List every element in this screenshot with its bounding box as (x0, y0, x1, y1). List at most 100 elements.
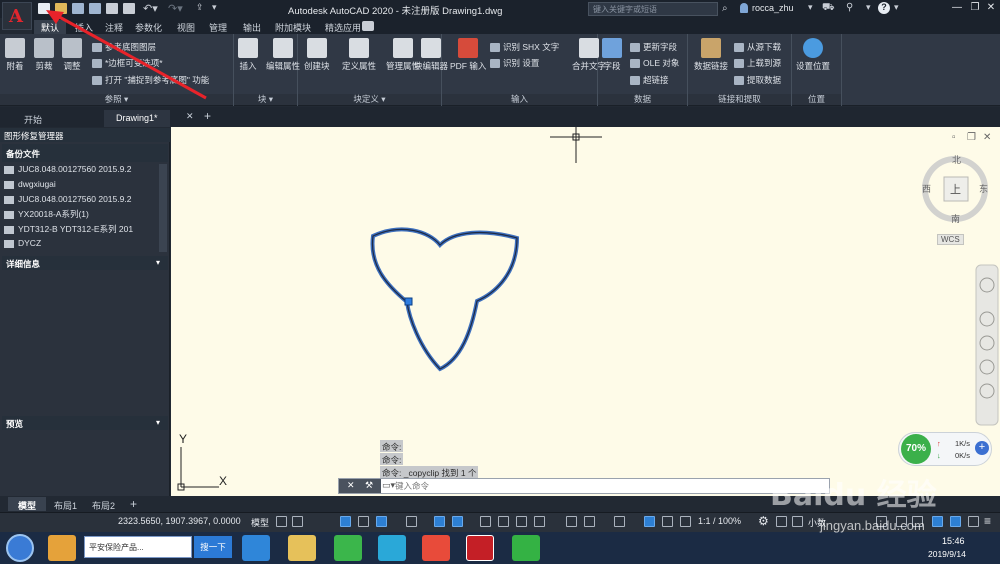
download-from-source-button[interactable]: 从源下载 (734, 41, 781, 53)
object-snap-icon[interactable] (452, 516, 463, 527)
close-tab-icon[interactable]: ✕ (186, 111, 194, 122)
search-input[interactable]: 键入关键字或短语 (588, 2, 718, 16)
coordinate-readout[interactable]: 2323.5650, 1907.3967, 0.0000 (118, 516, 241, 526)
fullscreen-icon[interactable] (968, 516, 979, 527)
application-menu-button[interactable]: A (2, 2, 32, 30)
help-icon[interactable]: ? (878, 2, 890, 14)
field-button[interactable]: 字段 (602, 38, 622, 72)
model-space-button[interactable]: 模型 (251, 516, 269, 529)
user-name[interactable]: rocca_zhu (752, 3, 794, 13)
app-360-icon[interactable] (48, 535, 76, 561)
units-icon[interactable] (792, 516, 803, 527)
command-line-handle[interactable] (339, 479, 381, 493)
tab-drawing1[interactable]: Drawing1* (104, 110, 170, 127)
list-item[interactable]: JUC8.048.00127560 2015.9.2 (0, 164, 158, 178)
selection-filter-icon[interactable] (584, 516, 595, 527)
lineweight-icon[interactable] (480, 516, 491, 527)
tab-start[interactable]: 开始 (12, 110, 54, 127)
ole-object-button[interactable]: OLE 对象 (630, 57, 679, 69)
annotation-scale-select[interactable]: 1:1 / 100% (698, 516, 741, 526)
upload-to-source-button[interactable]: 上载到源 (734, 57, 781, 69)
start-button[interactable] (6, 534, 34, 562)
app-green-icon[interactable] (334, 535, 362, 561)
close-viewport-icon[interactable]: ✕ (983, 132, 991, 143)
insert-block-button[interactable]: 插入 (238, 38, 258, 72)
list-item[interactable]: dwgxiugai (0, 179, 158, 193)
close-icon[interactable]: ✕ (984, 2, 998, 14)
tab-addins[interactable]: 附加模块 (268, 20, 318, 34)
panel-title-block[interactable]: 块 ▾ (234, 94, 297, 105)
viewcube-north[interactable]: 北 (952, 153, 961, 166)
taskbar-search-input[interactable]: 平安保险产品... (84, 536, 192, 558)
minimize-viewport-icon[interactable]: ▫ (952, 132, 956, 143)
dynamic-ucs-icon[interactable] (566, 516, 577, 527)
polar-tracking-icon[interactable] (376, 516, 387, 527)
collapse-chevron-icon[interactable]: ▾ (156, 418, 160, 427)
recognize-settings-button[interactable]: 识别 设置 (490, 57, 539, 69)
command-input[interactable] (395, 479, 815, 493)
recognize-shx-button[interactable]: 识别 SHX 文字 (490, 41, 559, 53)
dropdown-chevron-icon[interactable]: ▾ (808, 2, 813, 13)
tab-options-icon[interactable] (362, 21, 374, 31)
tab-layout1[interactable]: 布局1 (44, 497, 87, 511)
restore-viewport-icon[interactable]: ❐ (967, 132, 976, 143)
annotation-visibility-icon[interactable] (644, 516, 655, 527)
tab-featured-apps[interactable]: 精选应用 (318, 20, 368, 34)
define-attributes-button[interactable]: 定义属性 (342, 38, 376, 72)
list-scrollbar[interactable] (159, 164, 167, 252)
workspace-gear-icon[interactable]: ⚙ (758, 514, 769, 528)
isometric-icon[interactable] (406, 516, 417, 527)
hyperlink-button[interactable]: 超链接 (630, 74, 669, 86)
selection-cycling-icon[interactable] (516, 516, 527, 527)
viewcube-top-face[interactable]: 上 (950, 181, 961, 197)
network-speed-widget[interactable]: 70% ↑ 1K/s ↓ 0K/s + (898, 432, 992, 466)
media-player-icon[interactable] (378, 535, 406, 561)
list-item[interactable]: DYCZ (0, 238, 158, 252)
minimize-icon[interactable]: — (950, 2, 964, 14)
attach-button[interactable]: 附着 (5, 38, 25, 72)
search-icon[interactable]: ⌕ (722, 3, 728, 14)
customize-menu-icon[interactable]: ≡ (984, 514, 991, 528)
viewcube-east[interactable]: 东 (979, 182, 988, 195)
list-item[interactable]: YDT312-B YDT312-E系列 201 (0, 223, 158, 237)
snap-mode-icon[interactable] (292, 516, 303, 527)
file-explorer-icon[interactable] (288, 535, 316, 561)
internet-explorer-icon[interactable] (242, 535, 270, 561)
restore-icon[interactable]: ❐ (968, 2, 982, 14)
infer-constraints-icon[interactable] (340, 516, 351, 527)
tab-output[interactable]: 输出 (236, 20, 268, 34)
update-fields-button[interactable]: 更新字段 (630, 41, 677, 53)
3d-osnap-icon[interactable] (534, 516, 545, 527)
transparency-icon[interactable] (498, 516, 509, 527)
viewcube-west[interactable]: 西 (922, 182, 931, 195)
edit-attributes-button[interactable]: 编辑属性 (266, 38, 300, 72)
panel-title-block-definition[interactable]: 块定义 ▾ (298, 94, 441, 105)
clean-screen-icon[interactable] (950, 516, 961, 527)
autodesk-store-icon[interactable]: ⛟ (822, 2, 835, 15)
chrome-icon[interactable] (422, 535, 450, 561)
data-link-button[interactable]: 数据链接 (694, 38, 728, 72)
pdf-import-button[interactable]: PDF 输入 (450, 38, 486, 72)
preview-header-row[interactable] (2, 416, 168, 430)
dropdown-chevron-icon[interactable]: ▾ (866, 2, 871, 13)
new-layout-icon[interactable]: + (130, 497, 137, 511)
set-location-button[interactable]: 设置位置 (796, 38, 830, 72)
taskbar-search-button[interactable]: 搜一下 (194, 536, 232, 558)
gizmo-icon[interactable] (614, 516, 625, 527)
autodesk-a360-icon[interactable]: ⚲ (846, 2, 853, 13)
list-item[interactable]: YX20018-A系列(1) (0, 208, 158, 222)
create-block-button[interactable]: 创建块 (304, 38, 330, 72)
dropdown-chevron-icon[interactable]: ▾ (894, 2, 899, 13)
grid-icon[interactable] (276, 516, 287, 527)
viewcube-south[interactable]: 南 (951, 212, 960, 225)
collapse-chevron-icon[interactable]: ▾ (156, 258, 160, 267)
annotation-monitor-icon[interactable] (776, 516, 787, 527)
new-tab-icon[interactable]: + (204, 109, 211, 123)
ortho-icon[interactable] (358, 516, 369, 527)
clock-time[interactable]: 15:46 (942, 536, 965, 546)
extract-data-button[interactable]: 提取数据 (734, 74, 781, 86)
wcs-menu[interactable]: WCS (937, 234, 964, 245)
autocad-taskbar-icon[interactable] (466, 535, 494, 561)
recent-commands-icon[interactable]: ▭▾ (382, 480, 395, 491)
clock-date[interactable]: 2019/9/14 (928, 549, 966, 559)
